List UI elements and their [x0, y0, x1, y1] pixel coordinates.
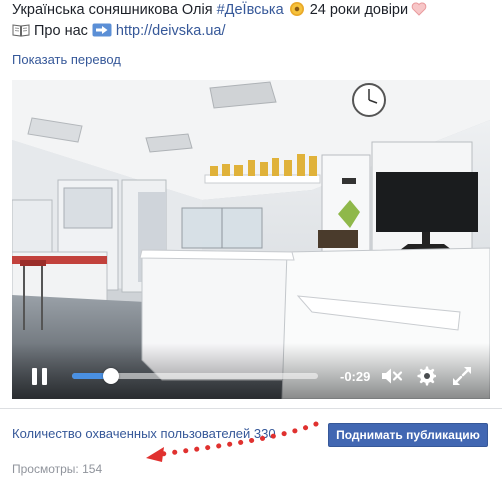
progress-knob[interactable]: [103, 368, 120, 384]
video-controls-bar: -0:29: [12, 343, 490, 399]
video-player[interactable]: -0:29: [12, 80, 490, 399]
sunflower-icon: [289, 2, 304, 16]
post-tagline: 24 роки довіри: [305, 2, 409, 18]
heart-icon: [411, 2, 427, 16]
views-count: Просмотры: 154: [12, 462, 103, 476]
boost-post-button[interactable]: Поднимать публикацию: [328, 423, 488, 447]
fullscreen-icon[interactable]: [452, 366, 472, 386]
pause-icon[interactable]: [32, 368, 48, 385]
annotation-arrow-icon: [146, 421, 319, 462]
about-us-text: Про нас: [34, 23, 88, 39]
post-line-1: Українська соняшникова Олія #ДеЇвська 24…: [12, 0, 492, 21]
post-text: Українська соняшникова Олія #ДеЇвська 24…: [12, 0, 492, 42]
divider: [0, 408, 502, 409]
hashtag-link[interactable]: #ДеЇвська: [217, 2, 284, 18]
post-title-text: Українська соняшникова Олія: [12, 2, 217, 18]
show-translation-link[interactable]: Показать перевод: [12, 52, 121, 67]
post-line-2: Про нас http://deivska.ua/: [12, 21, 492, 42]
right-arrow-icon: [92, 23, 112, 37]
time-remaining: -0:29: [340, 369, 371, 384]
book-icon: [12, 24, 30, 37]
mute-icon[interactable]: [381, 367, 403, 385]
video-progress-bar[interactable]: [72, 368, 318, 384]
website-link[interactable]: http://deivska.ua/: [116, 23, 226, 39]
gear-icon[interactable]: [416, 366, 436, 386]
